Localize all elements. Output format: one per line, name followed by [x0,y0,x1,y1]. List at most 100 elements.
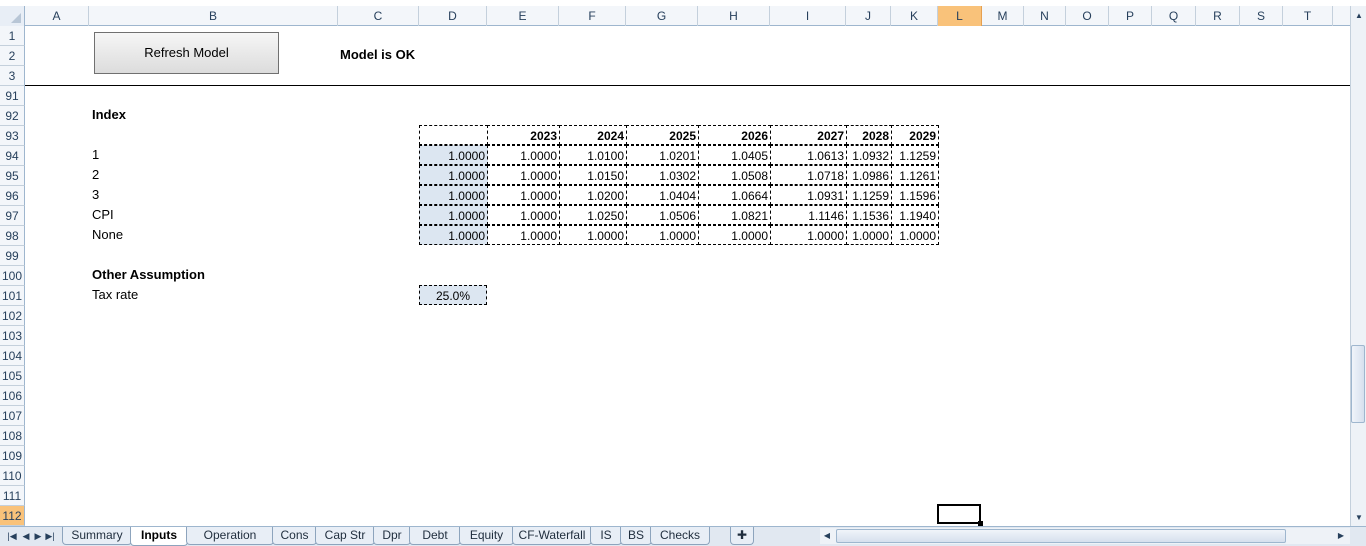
row-header-100[interactable]: 100 [0,266,25,286]
tax-rate-cell[interactable]: 25.0% [419,285,487,305]
row-header-98[interactable]: 98 [0,226,25,246]
active-cell-selection[interactable] [937,504,981,524]
refresh-model-button[interactable]: Refresh Model [94,32,279,74]
row-header-93[interactable]: 93 [0,126,25,146]
column-header-t[interactable]: T [1283,6,1333,26]
index-value-cell[interactable]: 1.0000 [770,225,847,245]
index-value-cell[interactable]: 1.0506 [626,205,699,225]
sheet-tab-dpr[interactable]: Dpr [373,527,411,545]
sheet-tab-inputs[interactable]: Inputs [130,527,188,546]
column-header-a[interactable]: A [25,6,89,26]
column-header-b[interactable]: B [89,6,338,26]
row-header-103[interactable]: 103 [0,326,25,346]
sheet-tab-bs[interactable]: BS [620,527,652,545]
row-header-110[interactable]: 110 [0,466,25,486]
index-base-cell[interactable]: 1.0000 [419,185,488,205]
sheet-tab-equity[interactable]: Equity [459,527,514,545]
index-value-cell[interactable]: 1.0664 [698,185,771,205]
column-header-o[interactable]: O [1066,6,1109,26]
column-header-g[interactable]: G [626,6,698,26]
index-value-cell[interactable]: 1.1940 [891,205,939,225]
first-sheet-icon[interactable]: |◀ [6,529,18,543]
row-header-104[interactable]: 104 [0,346,25,366]
index-value-cell[interactable]: 1.0100 [559,145,627,165]
index-value-cell[interactable]: 1.1261 [891,165,939,185]
sheet-tab-debt[interactable]: Debt [409,527,461,545]
insert-sheet-icon[interactable]: ✚ [730,527,754,545]
sheet-tab-operation[interactable]: Operation [186,527,274,545]
row-header-97[interactable]: 97 [0,206,25,226]
scroll-right-icon[interactable]: ▶ [1334,530,1348,542]
scroll-down-icon[interactable]: ▼ [1353,512,1365,524]
index-value-cell[interactable]: 1.0932 [846,145,892,165]
last-sheet-icon[interactable]: ▶| [44,529,56,543]
index-value-cell[interactable]: 1.1596 [891,185,939,205]
index-value-cell[interactable]: 1.0613 [770,145,847,165]
row-header-3[interactable]: 3 [0,66,25,86]
vertical-scroll-thumb[interactable] [1351,345,1365,423]
index-value-cell[interactable]: 1.0718 [770,165,847,185]
index-value-cell[interactable]: 1.1259 [846,185,892,205]
index-value-cell[interactable]: 1.0250 [559,205,627,225]
horizontal-scroll-thumb[interactable] [836,529,1286,543]
column-header-s[interactable]: S [1240,6,1283,26]
index-value-cell[interactable]: 1.0986 [846,165,892,185]
index-base-cell[interactable]: 1.0000 [419,165,488,185]
column-header-n[interactable]: N [1024,6,1066,26]
column-header-e[interactable]: E [487,6,559,26]
prev-sheet-icon[interactable]: ◀ [20,529,32,543]
column-header-m[interactable]: M [982,6,1024,26]
row-header-106[interactable]: 106 [0,386,25,406]
row-header-94[interactable]: 94 [0,146,25,166]
index-value-cell[interactable]: 1.0201 [626,145,699,165]
index-value-cell[interactable]: 1.0000 [891,225,939,245]
column-header-q[interactable]: Q [1152,6,1196,26]
column-header-h[interactable]: H [698,6,770,26]
index-value-cell[interactable]: 1.1536 [846,205,892,225]
index-value-cell[interactable]: 1.0200 [559,185,627,205]
scroll-up-icon[interactable]: ▲ [1353,10,1365,22]
row-header-112[interactable]: 112 [0,506,25,526]
column-header-f[interactable]: F [559,6,626,26]
index-value-cell[interactable]: 1.0000 [626,225,699,245]
column-header-r[interactable]: R [1196,6,1240,26]
row-header-107[interactable]: 107 [0,406,25,426]
column-header-j[interactable]: J [846,6,891,26]
row-header-109[interactable]: 109 [0,446,25,466]
row-header-111[interactable]: 111 [0,486,25,506]
column-header-p[interactable]: P [1109,6,1152,26]
column-header-l[interactable]: L [938,6,982,26]
row-header-99[interactable]: 99 [0,246,25,266]
index-value-cell[interactable]: 1.0000 [487,145,560,165]
column-header-i[interactable]: I [770,6,846,26]
index-value-cell[interactable]: 1.0150 [559,165,627,185]
sheet-tab-summary[interactable]: Summary [62,527,132,545]
index-value-cell[interactable]: 1.0000 [487,225,560,245]
index-value-cell[interactable]: 1.0000 [846,225,892,245]
vertical-scrollbar[interactable]: ▲ ▼ [1350,6,1366,526]
index-value-cell[interactable]: 1.0000 [698,225,771,245]
index-value-cell[interactable]: 1.0931 [770,185,847,205]
select-all-corner[interactable] [0,6,25,26]
index-value-cell[interactable]: 1.0405 [698,145,771,165]
index-value-cell[interactable]: 1.0000 [559,225,627,245]
row-header-96[interactable]: 96 [0,186,25,206]
sheet-tab-checks[interactable]: Checks [650,527,710,545]
column-header-d[interactable]: D [419,6,487,26]
index-value-cell[interactable]: 1.0404 [626,185,699,205]
row-header-105[interactable]: 105 [0,366,25,386]
sheet-tab-is[interactable]: IS [590,527,622,545]
column-header-k[interactable]: K [891,6,938,26]
index-base-cell[interactable]: 1.0000 [419,225,488,245]
row-header-108[interactable]: 108 [0,426,25,446]
index-value-cell[interactable]: 1.0821 [698,205,771,225]
row-header-2[interactable]: 2 [0,46,25,66]
index-base-cell[interactable]: 1.0000 [419,205,488,225]
index-value-cell[interactable]: 1.0000 [487,165,560,185]
index-value-cell[interactable]: 1.1146 [770,205,847,225]
row-header-102[interactable]: 102 [0,306,25,326]
row-header-91[interactable]: 91 [0,86,25,106]
sheet-tab-cap-str[interactable]: Cap Str [315,527,375,545]
row-header-101[interactable]: 101 [0,286,25,306]
column-header-c[interactable]: C [338,6,419,26]
